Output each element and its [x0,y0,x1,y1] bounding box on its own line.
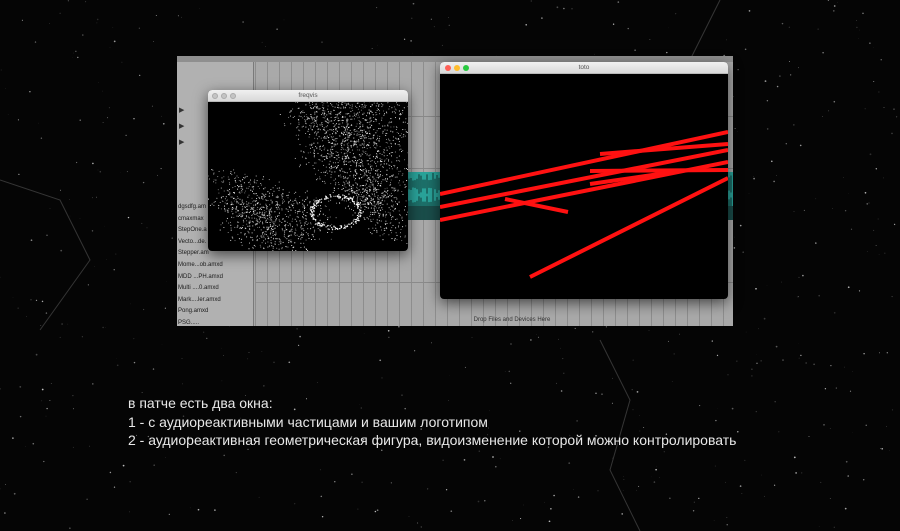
red-line [440,130,728,196]
file-list-item[interactable]: Mark....ler.amxd [177,295,253,307]
window-title: freqvis [298,92,318,99]
red-line [589,168,728,173]
caption-text: в патче есть два окна: 1 - с аудиореакти… [128,394,848,450]
caption-line: в патче есть два окна: [128,395,273,411]
particle-visualization [208,102,408,251]
window-title: toto [578,64,590,71]
window-titlebar[interactable]: freqvis [208,90,408,102]
caption-line: 1 - с аудиореактивными частицами и вашим… [128,413,488,430]
particles-window[interactable]: freqvis [208,90,408,251]
window-titlebar[interactable]: toto [440,62,728,74]
geometry-window[interactable]: toto [440,62,728,299]
file-list-item[interactable]: MDD ...PH.amxd [177,272,253,284]
expand-arrow-icon[interactable]: ▶ [179,122,184,130]
expand-arrow-icon[interactable]: ▶ [179,106,184,114]
file-list-item[interactable]: Multi ....0.amxd [177,283,253,295]
geometric-figure [440,130,728,279]
expand-arrow-icon[interactable]: ▶ [179,138,184,146]
caption-line: 2 - аудиореактивная геометрическая фигур… [128,432,737,448]
file-list-item[interactable]: Mome...ob.amxd [177,260,253,272]
file-list-item[interactable]: Pong.amxd [177,306,253,318]
drop-zone-label: Drop Files and Devices Here [473,317,551,323]
red-line [529,176,728,279]
file-list-item[interactable]: PSG..... [177,318,253,326]
